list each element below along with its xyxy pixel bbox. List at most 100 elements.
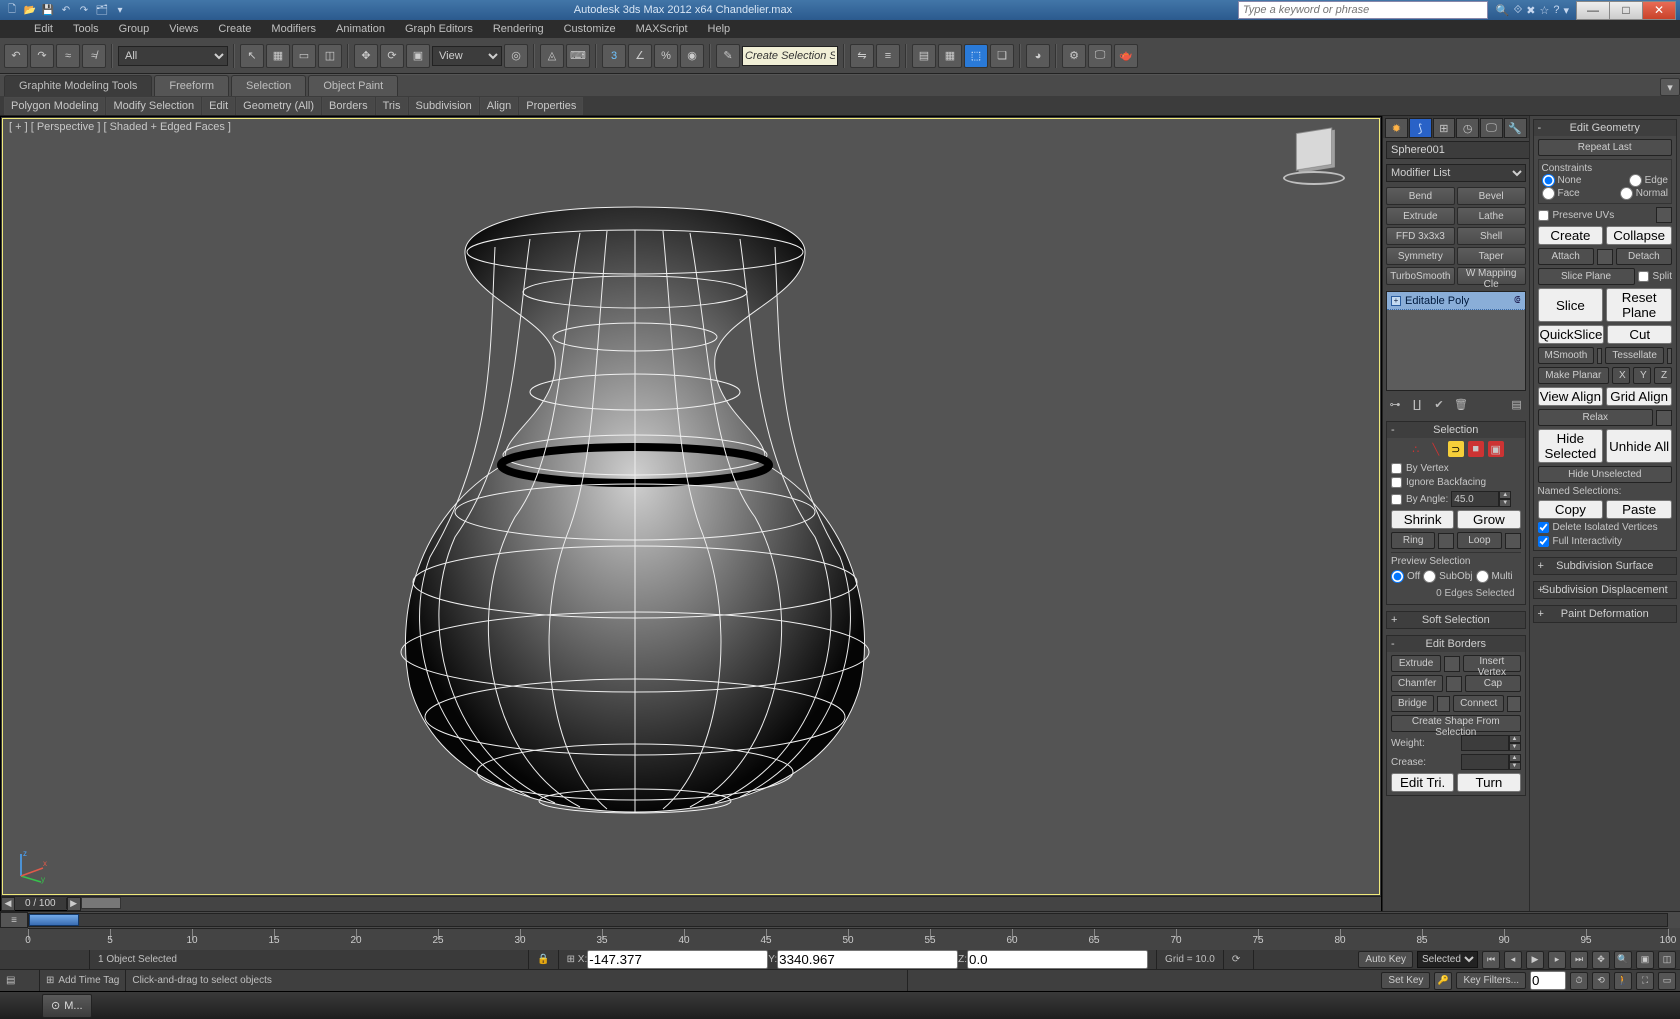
rollout-soft-selection-header[interactable]: +Soft Selection	[1387, 612, 1525, 628]
unhide-all-button[interactable]: Unhide All	[1606, 429, 1672, 463]
connect-settings-icon[interactable]	[1507, 696, 1520, 712]
nav-maximize-icon[interactable]: ⛶	[1636, 972, 1654, 990]
viewcube[interactable]	[1279, 129, 1349, 189]
ribbon-tab-objpaint[interactable]: Object Paint	[308, 75, 398, 96]
scroll-track[interactable]	[81, 897, 1381, 911]
maxscript-icon[interactable]: ▤	[0, 970, 40, 991]
prev-frame-icon[interactable]: ◂	[1504, 951, 1522, 969]
qat-undo-icon[interactable]: ↶	[58, 2, 74, 18]
curve-editor-icon[interactable]: ⬚	[964, 44, 988, 68]
chamfer-settings-icon[interactable]	[1446, 676, 1462, 692]
shrink-button[interactable]: Shrink	[1391, 510, 1454, 529]
viewcube-cube-icon[interactable]	[1296, 127, 1332, 170]
view-align-button[interactable]: View Align	[1538, 387, 1604, 406]
tab-modify-icon[interactable]: ⟆	[1409, 118, 1432, 138]
configure-sets-icon[interactable]: ▤	[1510, 397, 1524, 411]
modifier-list-select[interactable]: Modifier List	[1386, 164, 1526, 182]
render-frame-icon[interactable]: 🖵	[1088, 44, 1112, 68]
split-checkbox[interactable]: Split	[1638, 271, 1672, 282]
rollout-edit-borders-header[interactable]: -Edit Borders	[1387, 636, 1525, 652]
layers-icon[interactable]: ▤	[912, 44, 936, 68]
snap-toggle-icon[interactable]: 3	[602, 44, 626, 68]
menu-customize[interactable]: Customize	[564, 23, 616, 35]
comm-center-icon[interactable]: ⟳	[1224, 950, 1254, 969]
tab-hierarchy-icon[interactable]: ⊞	[1433, 118, 1456, 138]
hide-unselected-button[interactable]: Hide Unselected	[1538, 466, 1672, 483]
add-time-tag[interactable]: ⊞ Add Time Tag	[40, 970, 126, 991]
collapse-button[interactable]: Collapse	[1606, 226, 1672, 245]
minimize-button[interactable]: —	[1576, 1, 1610, 20]
material-editor-icon[interactable]: ◕	[1026, 44, 1050, 68]
crease-spinner[interactable]: ▲▼	[1461, 754, 1521, 770]
planar-x-button[interactable]: X	[1612, 367, 1630, 384]
qat-new-icon[interactable]: 🗋	[4, 2, 20, 18]
preview-multi-radio[interactable]: Multi	[1476, 570, 1513, 583]
nav-zoom-icon[interactable]: 🔍	[1614, 951, 1632, 969]
ribbon-tab-selection[interactable]: Selection	[231, 75, 306, 96]
menu-grapheditors[interactable]: Graph Editors	[405, 23, 473, 35]
qat-open-icon[interactable]: 📂	[22, 2, 38, 18]
qat-save-icon[interactable]: 💾	[40, 2, 56, 18]
delete-mod-icon[interactable]: 🗑	[1454, 397, 1468, 411]
rotate-icon[interactable]: ⟳	[380, 44, 404, 68]
ribbon-geometry-all[interactable]: Geometry (All)	[236, 97, 321, 115]
menu-modifiers[interactable]: Modifiers	[271, 23, 316, 35]
redo-icon[interactable]: ↷	[30, 44, 54, 68]
by-angle-checkbox[interactable]: By Angle:	[1391, 494, 1448, 505]
constraint-face-radio[interactable]: Face	[1542, 187, 1580, 200]
slice-plane-button[interactable]: Slice Plane	[1538, 268, 1635, 285]
ribbon-align[interactable]: Align	[480, 97, 518, 115]
nav-zoom-ext-icon[interactable]: ◫	[1658, 951, 1676, 969]
edit-tri-button[interactable]: Edit Tri.	[1391, 773, 1454, 792]
vertex-mode-icon[interactable]: ∴	[1408, 441, 1424, 457]
repeat-last-button[interactable]: Repeat Last	[1538, 139, 1672, 156]
nav-fov-icon[interactable]: ▣	[1636, 951, 1654, 969]
attach-list-icon[interactable]	[1597, 249, 1613, 265]
scroll-right-icon[interactable]: ▶	[67, 897, 81, 911]
mod-ffd-button[interactable]: FFD 3x3x3	[1386, 227, 1455, 245]
render-setup-icon[interactable]: ⚙	[1062, 44, 1086, 68]
mod-uvmap-button[interactable]: W Mapping Cle	[1457, 267, 1526, 285]
mirror-icon[interactable]: ⇋	[850, 44, 874, 68]
qat-project-icon[interactable]: 🗂	[94, 2, 110, 18]
make-unique-icon[interactable]: ✔	[1432, 397, 1446, 411]
constraint-edge-radio[interactable]: Edge	[1629, 174, 1668, 187]
extrude-button[interactable]: Extrude	[1391, 655, 1441, 672]
preserve-uvs-checkbox[interactable]: Preserve UVs	[1538, 210, 1615, 221]
loop-button[interactable]: Loop	[1457, 532, 1501, 549]
ring-spinner-icon[interactable]	[1438, 533, 1454, 549]
auto-key-button[interactable]: Auto Key	[1358, 951, 1413, 968]
constraint-none-radio[interactable]: None	[1542, 174, 1582, 187]
undo-icon[interactable]: ↶	[4, 44, 28, 68]
graphite-icon[interactable]: ▦	[938, 44, 962, 68]
exchange-icon[interactable]: ✖	[1526, 4, 1535, 17]
ref-coord-select[interactable]: View	[432, 46, 502, 66]
keyboard-shortcut-icon[interactable]: ⌨	[566, 44, 590, 68]
ribbon-borders[interactable]: Borders	[322, 97, 375, 115]
stack-expand-icon[interactable]: +	[1391, 296, 1401, 306]
manipulate-icon[interactable]: ◬	[540, 44, 564, 68]
menu-tools[interactable]: Tools	[73, 23, 99, 35]
create-button[interactable]: Create	[1538, 226, 1604, 245]
turn-button[interactable]: Turn	[1457, 773, 1520, 792]
rollout-selection-header[interactable]: -Selection	[1387, 422, 1525, 438]
next-frame-icon[interactable]: ▸	[1548, 951, 1566, 969]
viewport-label[interactable]: [ + ] [ Perspective ] [ Shaded + Edged F…	[9, 121, 231, 133]
preview-subobj-radio[interactable]: SubObj	[1423, 570, 1472, 583]
mini-listener[interactable]	[0, 950, 90, 969]
mod-extrude-button[interactable]: Extrude	[1386, 207, 1455, 225]
coord-z-input[interactable]	[967, 950, 1148, 969]
schematic-icon[interactable]: ❏	[990, 44, 1014, 68]
close-button[interactable]: ✕	[1642, 1, 1676, 20]
edge-mode-icon[interactable]: ╲	[1428, 441, 1444, 457]
dropdown-icon[interactable]: ▾	[1563, 4, 1569, 17]
msmooth-settings-icon[interactable]	[1597, 348, 1602, 364]
create-shape-button[interactable]: Create Shape From Selection	[1391, 715, 1521, 732]
ribbon-edit[interactable]: Edit	[202, 97, 235, 115]
planar-z-button[interactable]: Z	[1654, 367, 1672, 384]
menu-create[interactable]: Create	[218, 23, 251, 35]
polygon-mode-icon[interactable]: ■	[1468, 441, 1484, 457]
tessellate-button[interactable]: Tessellate	[1605, 347, 1663, 364]
mod-shell-button[interactable]: Shell	[1457, 227, 1526, 245]
object-name-input[interactable]	[1386, 141, 1529, 159]
